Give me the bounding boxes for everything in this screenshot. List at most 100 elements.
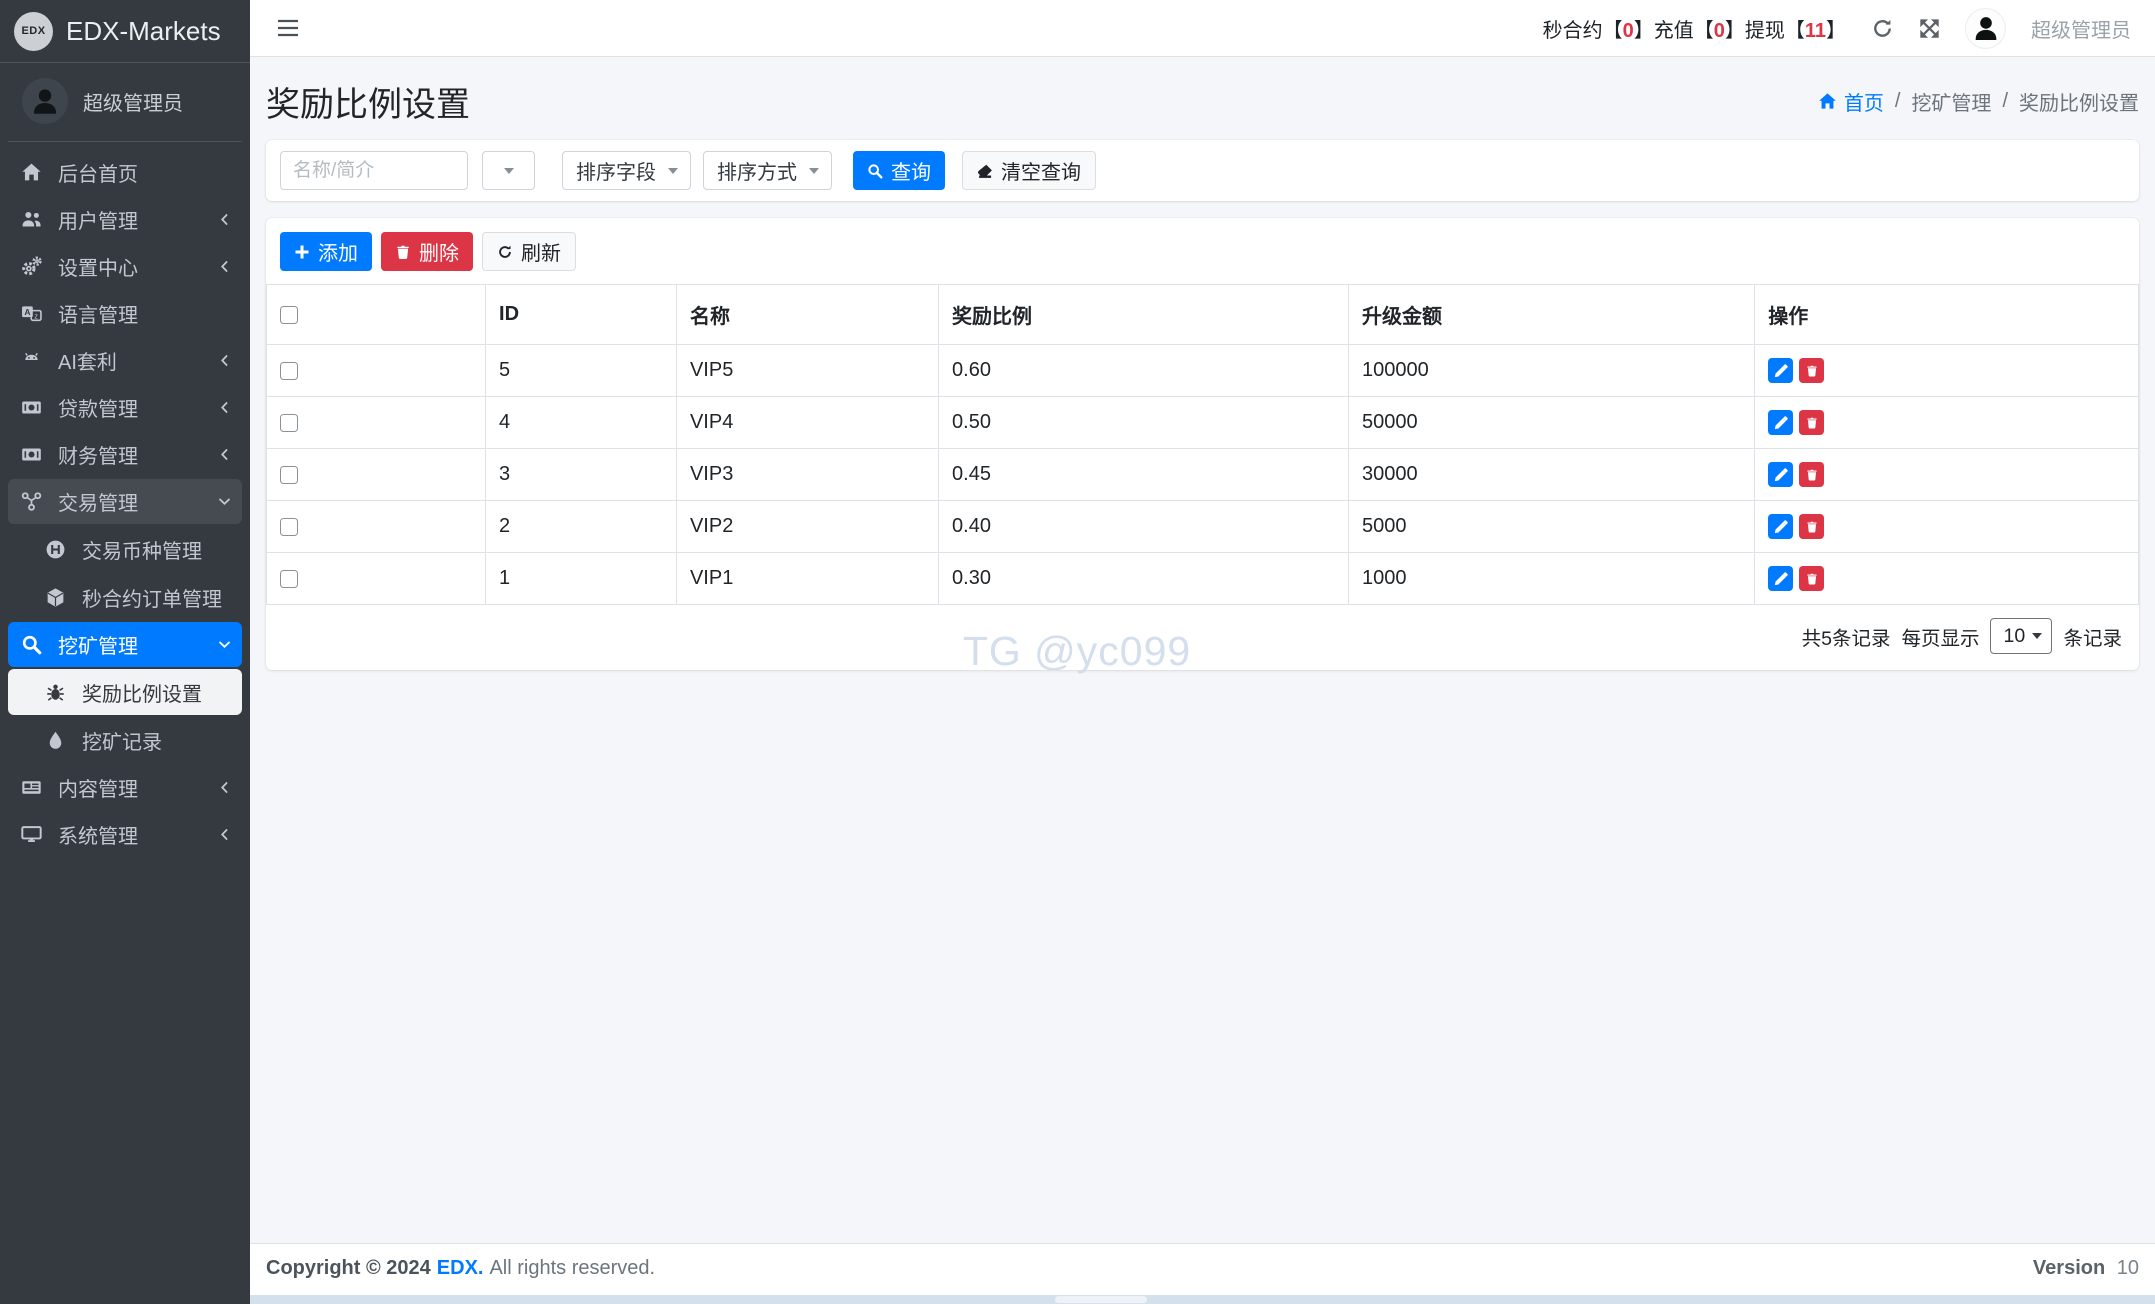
- fullscreen-icon[interactable]: [1919, 18, 1940, 39]
- breadcrumb-separator: /: [1894, 90, 1901, 112]
- breadcrumb-item-current: 奖励比例设置: [2019, 93, 2139, 115]
- breadcrumb-item: 挖矿管理: [1911, 93, 1992, 115]
- avatar[interactable]: [1966, 8, 2005, 48]
- topbar: 秒合约【0】充值【0】提现【11】 超级管理员: [250, 0, 2155, 57]
- row-checkbox[interactable]: [280, 413, 298, 432]
- search-input[interactable]: [280, 151, 468, 190]
- sort-field-select[interactable]: 排序字段: [562, 151, 691, 190]
- sidebar-subitem-mining-records[interactable]: 挖矿记录: [8, 717, 242, 763]
- sidebar-item-users[interactable]: 用户管理: [8, 197, 242, 242]
- filter-mini-select[interactable]: [482, 151, 535, 190]
- breadcrumb-separator: /: [2002, 90, 2008, 112]
- brand[interactable]: EDX EDX-Markets: [0, 0, 250, 63]
- stat-withdraw-count: 11: [1804, 19, 1826, 42]
- refresh-icon[interactable]: [1872, 18, 1893, 39]
- sidebar-user-name: 超级管理员: [83, 92, 183, 115]
- table-header-row: ID 名称 奖励比例 升级金额 操作: [266, 284, 2139, 345]
- avatar: [22, 78, 68, 124]
- chevron-left-icon: [217, 353, 232, 368]
- page-title: 奖励比例设置: [266, 86, 470, 124]
- footer-brand-link[interactable]: EDX.: [437, 1257, 484, 1280]
- chevron-down-icon: [217, 637, 232, 652]
- cell-amount: 5000: [1347, 500, 1756, 553]
- cell-amount: 50000: [1347, 396, 1756, 449]
- gears-icon: [18, 256, 44, 277]
- edit-button[interactable]: [1768, 358, 1794, 383]
- money-bill-icon: [18, 397, 44, 418]
- cell-id: 4: [485, 396, 677, 449]
- column-header-amount: 升级金额: [1347, 284, 1756, 345]
- breadcrumb-home-link[interactable]: 首页: [1818, 87, 1884, 116]
- sidebar-item-loans[interactable]: 贷款管理: [8, 385, 242, 430]
- table-row: 3 VIP3 0.45 30000: [266, 448, 2139, 501]
- sidebar-toggle-button[interactable]: [274, 13, 302, 43]
- sidebar-item-language[interactable]: Az 语言管理: [8, 291, 242, 336]
- delete-row-button[interactable]: [1799, 566, 1825, 591]
- sidebar-subitem-trade-coins[interactable]: 交易币种管理: [8, 526, 242, 572]
- h-circle-icon: [42, 539, 68, 560]
- sidebar-item-finance[interactable]: 财务管理: [8, 432, 242, 477]
- sidebar-item-dashboard[interactable]: 后台首页: [8, 150, 242, 195]
- cell-ratio: 0.30: [938, 552, 1349, 605]
- chevron-left-icon: [217, 259, 232, 274]
- cell-id: 1: [485, 552, 677, 605]
- edit-button[interactable]: [1768, 410, 1794, 435]
- horizontal-scrollbar[interactable]: [250, 1295, 2155, 1304]
- scrollbar-thumb[interactable]: [1055, 1296, 1147, 1303]
- edit-button[interactable]: [1768, 514, 1794, 539]
- topbar-stats[interactable]: 秒合约【0】充值【0】提现【11】: [1543, 14, 1846, 43]
- brand-name: EDX-Markets: [66, 15, 221, 46]
- pencil-icon: [1774, 363, 1788, 377]
- chevron-left-icon: [217, 780, 232, 795]
- refresh-button[interactable]: 刷新: [482, 232, 576, 271]
- trash-icon: [1806, 469, 1817, 481]
- sidebar-item-content[interactable]: 内容管理: [8, 765, 242, 810]
- footer-rights: All rights reserved.: [489, 1257, 656, 1279]
- delete-row-button[interactable]: [1799, 462, 1825, 487]
- pencil-icon: [1774, 467, 1788, 481]
- sidebar-item-system[interactable]: 系统管理: [8, 812, 242, 857]
- main-area: 秒合约【0】充值【0】提现【11】 超级管理员 奖励比例设置 首页 / 挖矿管理…: [250, 0, 2155, 1295]
- sidebar-subitem-contract-orders[interactable]: 挖矿记录 秒合约订单管理: [8, 574, 242, 620]
- chevron-left-icon: [217, 212, 232, 227]
- edit-button[interactable]: [1768, 566, 1794, 591]
- edit-button[interactable]: [1768, 462, 1794, 487]
- cell-name: VIP1: [675, 552, 940, 605]
- delete-row-button[interactable]: [1799, 514, 1825, 539]
- add-button[interactable]: 添加: [280, 232, 372, 271]
- delete-row-button[interactable]: [1799, 410, 1825, 435]
- sidebar-item-mining[interactable]: 挖矿管理: [8, 622, 242, 667]
- select-all-checkbox[interactable]: [280, 305, 298, 324]
- cell-name: VIP3: [675, 448, 940, 501]
- sort-order-select[interactable]: 排序方式: [703, 151, 832, 190]
- sidebar-item-ai-arbitrage[interactable]: AI套利: [8, 338, 242, 383]
- row-checkbox[interactable]: [280, 517, 298, 536]
- per-page-suffix: 条记录: [2063, 627, 2122, 650]
- svg-text:z: z: [34, 312, 38, 320]
- row-checkbox[interactable]: [280, 465, 298, 484]
- row-checkbox[interactable]: [280, 569, 298, 588]
- delete-row-button[interactable]: [1799, 358, 1825, 383]
- sidebar-subitem-reward-ratio[interactable]: 奖励比例设置: [8, 669, 242, 715]
- pencil-icon: [1774, 415, 1788, 429]
- sidebar-item-settings[interactable]: 设置中心: [8, 244, 242, 289]
- droplet-icon: [42, 730, 68, 751]
- brand-logo-icon: EDX: [14, 11, 53, 51]
- delete-button[interactable]: 删除: [381, 232, 473, 271]
- cell-name: VIP2: [675, 500, 940, 553]
- refresh-icon: [499, 245, 511, 258]
- sidebar-item-trade[interactable]: 交易管理: [8, 479, 242, 524]
- stat-deposit-count: 0: [1713, 19, 1725, 42]
- watermark: TG @yc099: [962, 628, 1192, 674]
- trash-icon: [1806, 365, 1817, 377]
- clear-query-button[interactable]: 清空查询: [962, 151, 1096, 190]
- column-header-name: 名称: [675, 284, 940, 345]
- cell-id: 5: [485, 344, 677, 397]
- footer: Copyright © 2024 EDX. All rights reserve…: [250, 1243, 2155, 1295]
- row-checkbox[interactable]: [280, 361, 298, 380]
- topbar-user-name[interactable]: 超级管理员: [2031, 14, 2131, 43]
- sidebar-user-panel: 超级管理员: [8, 63, 242, 142]
- search-icon: [18, 634, 44, 655]
- per-page-select[interactable]: 10: [1990, 618, 2053, 654]
- query-button[interactable]: 查询: [853, 151, 945, 190]
